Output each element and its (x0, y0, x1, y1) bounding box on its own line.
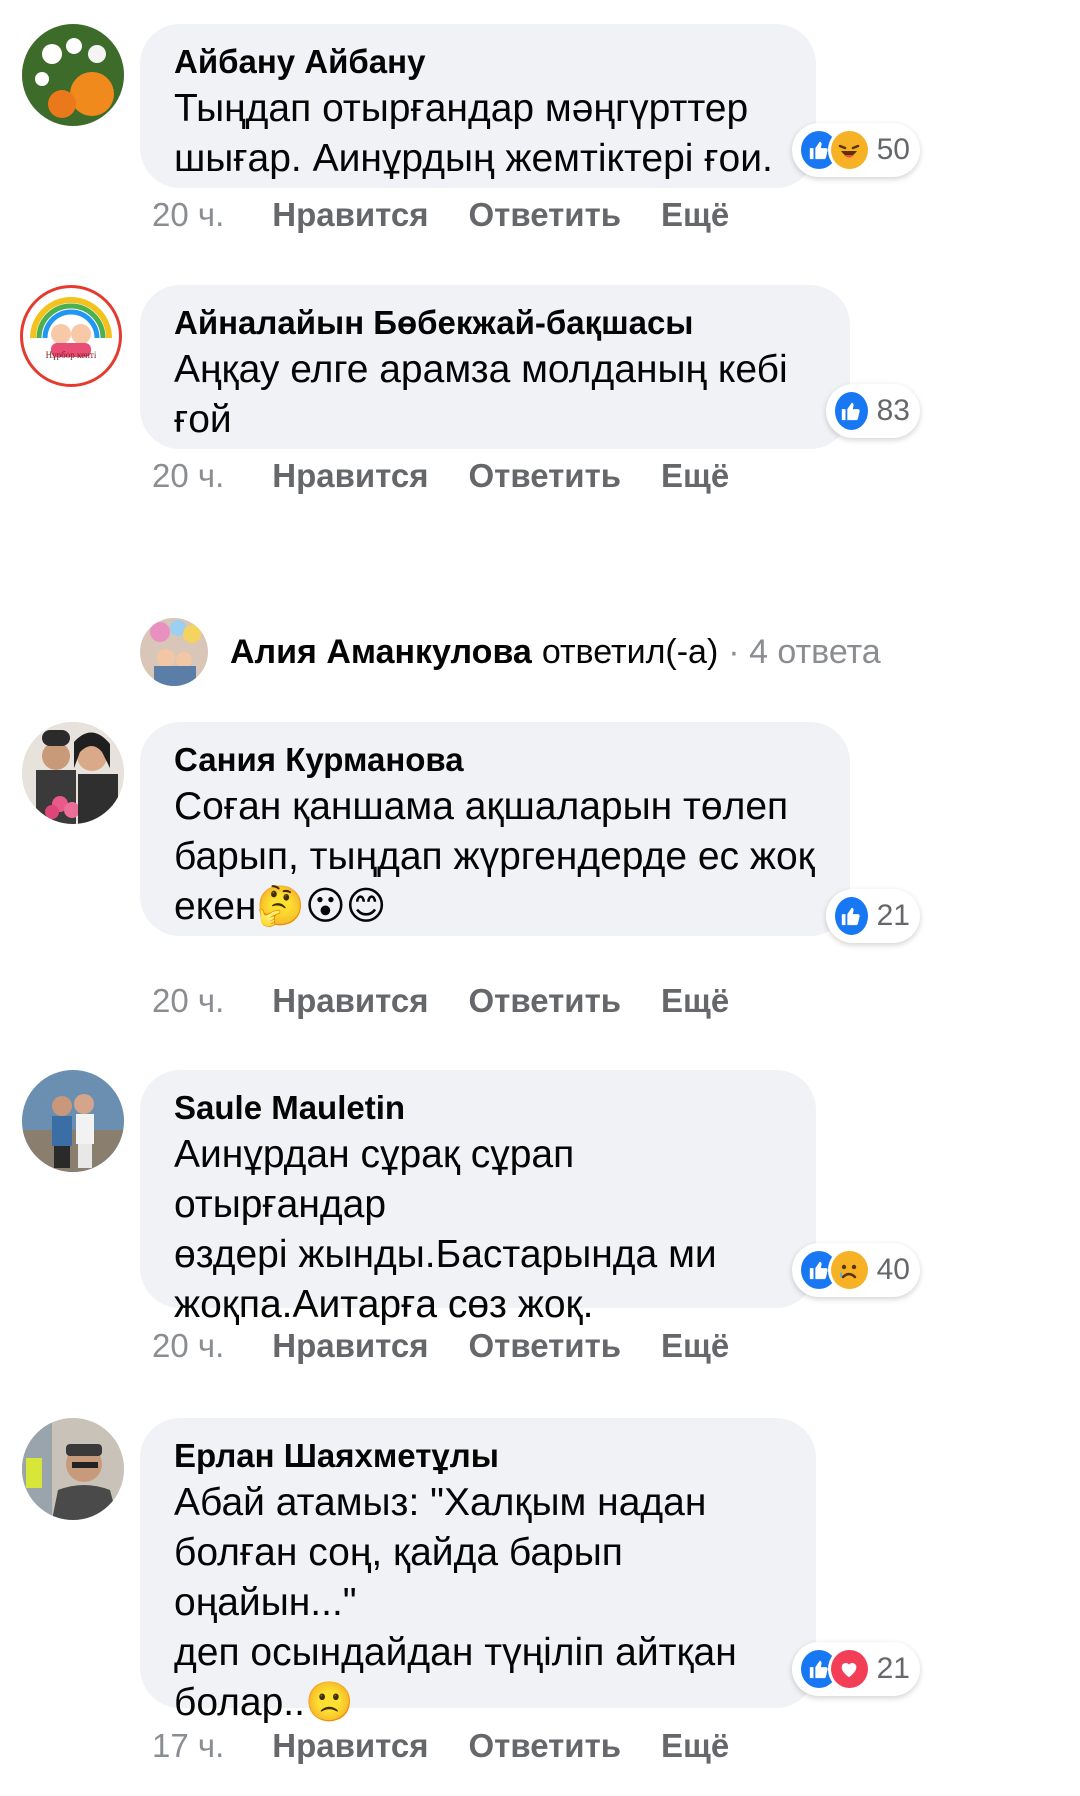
reply-verb: ответил(-а) (541, 632, 719, 671)
reply-count: · 4 ответа (728, 632, 881, 671)
comment-text: Абай атамыз: "Халқым надан болған соң, қ… (174, 1481, 737, 1724)
reply-avatar (140, 618, 208, 686)
more-button[interactable]: Ещё (661, 1727, 729, 1765)
reply-button[interactable]: Ответить (469, 457, 622, 495)
reply-button[interactable]: Ответить (469, 1727, 622, 1765)
like-icon (832, 389, 871, 433)
reaction-summary[interactable]: 83 (826, 384, 920, 438)
reply-button[interactable]: Ответить (469, 196, 622, 234)
avatar-caption: Нұрбор кенті (45, 350, 97, 360)
laughing-emoji-icon (828, 128, 871, 172)
comment-text: Соған қаншама ақшаларын төлеп барып, тың… (174, 785, 815, 928)
reaction-summary[interactable]: 40 (792, 1243, 920, 1297)
comment-author[interactable]: Айбану Айбану (174, 40, 782, 84)
comment-author[interactable]: Ерлан Шаяхметұлы (174, 1434, 782, 1478)
comment-author[interactable]: Сания Курманова (174, 738, 816, 782)
reply-button[interactable]: Ответить (469, 1327, 622, 1365)
comment-time[interactable]: 20 ч. (152, 457, 224, 495)
like-button[interactable]: Нравится (272, 1327, 428, 1365)
like-button[interactable]: Нравится (272, 982, 428, 1020)
reply-author: Алия Аманкулова (230, 632, 532, 671)
comment-actions: 20 ч. Нравится Ответить Ещё (152, 457, 729, 495)
comment-time[interactable]: 17 ч. (152, 1727, 224, 1765)
comment-text: Аинұрдан сұрақ сұрап отырғандар өздері ж… (174, 1133, 717, 1326)
like-icon (832, 894, 871, 938)
comment-author[interactable]: Айналайын Бөбекжай-бақшасы (174, 301, 816, 345)
comment-bubble[interactable]: Saule Mauletin Аинұрдан сұрақ сұрап отыр… (140, 1070, 816, 1326)
reaction-count: 21 (876, 1652, 910, 1685)
reaction-count: 83 (876, 394, 910, 427)
comment-bubble[interactable]: Айбану Айбану Тыңдап отырғандар мәңгүртт… (140, 24, 816, 188)
comment-actions: 20 ч. Нравится Ответить Ещё (152, 1327, 729, 1365)
reaction-summary[interactable]: 21 (792, 1642, 920, 1696)
more-button[interactable]: Ещё (661, 982, 729, 1020)
reaction-count: 50 (876, 133, 910, 166)
more-button[interactable]: Ещё (661, 457, 729, 495)
avatar[interactable] (22, 24, 124, 126)
more-button[interactable]: Ещё (661, 1327, 729, 1365)
like-button[interactable]: Нравится (272, 196, 428, 234)
comment-bubble[interactable]: Ерлан Шаяхметұлы Абай атамыз: "Халқым на… (140, 1418, 816, 1724)
view-replies-link[interactable]: Алия Аманкулова ответил(-а) · 4 ответа (140, 618, 881, 686)
reaction-summary[interactable]: 50 (792, 123, 920, 177)
avatar[interactable] (22, 1070, 124, 1172)
reaction-summary[interactable]: 21 (826, 889, 920, 943)
comment-time[interactable]: 20 ч. (152, 1327, 224, 1365)
comment-actions: 20 ч. Нравится Ответить Ещё (152, 196, 729, 234)
like-button[interactable]: Нравится (272, 457, 428, 495)
avatar[interactable]: Нұрбор кенті (20, 285, 122, 387)
comment-bubble[interactable]: Айналайын Бөбекжай-бақшасы Аңқау елге ар… (140, 285, 850, 449)
comment-actions: 20 ч. Нравится Ответить Ещё (152, 982, 729, 1020)
comment-text: Тыңдап отырғандар мәңгүрттер шығар. Аинұ… (174, 87, 773, 180)
comment-bubble[interactable]: Сания Курманова Соған қаншама ақшаларын … (140, 722, 850, 936)
like-button[interactable]: Нравится (272, 1727, 428, 1765)
comment-time[interactable]: 20 ч. (152, 982, 224, 1020)
avatar[interactable] (22, 1418, 124, 1520)
more-button[interactable]: Ещё (661, 196, 729, 234)
sad-emoji-icon (828, 1248, 871, 1292)
heart-icon (828, 1647, 871, 1691)
comment-text: Аңқау елге арамза молданың кебі ғой (174, 348, 788, 441)
reply-button[interactable]: Ответить (469, 982, 622, 1020)
comment-actions: 17 ч. Нравится Ответить Ещё (152, 1727, 729, 1765)
comment-author[interactable]: Saule Mauletin (174, 1086, 782, 1130)
comment-time[interactable]: 20 ч. (152, 196, 224, 234)
avatar[interactable] (22, 722, 124, 824)
reaction-count: 40 (876, 1253, 910, 1286)
reaction-count: 21 (876, 899, 910, 932)
